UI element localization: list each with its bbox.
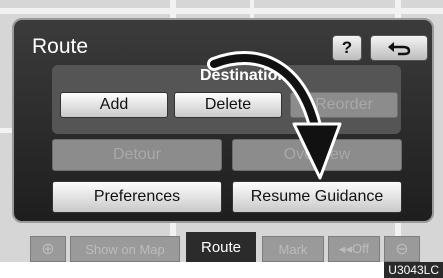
figure-code: U3043LC [384,262,443,278]
zoom-out-button[interactable]: ⊖ [384,236,420,262]
tab-off[interactable]: ◂◂Off [328,236,380,262]
compass-button[interactable]: ⊕ [30,236,66,262]
tab-mark[interactable]: Mark [262,236,324,262]
tab-route[interactable]: Route [186,232,256,262]
tab-show-on-map[interactable]: Show on Map [70,236,180,262]
bottom-tab-bar: ⊕ Show on Map Route Mark ◂◂Off ⊖ [0,232,443,262]
